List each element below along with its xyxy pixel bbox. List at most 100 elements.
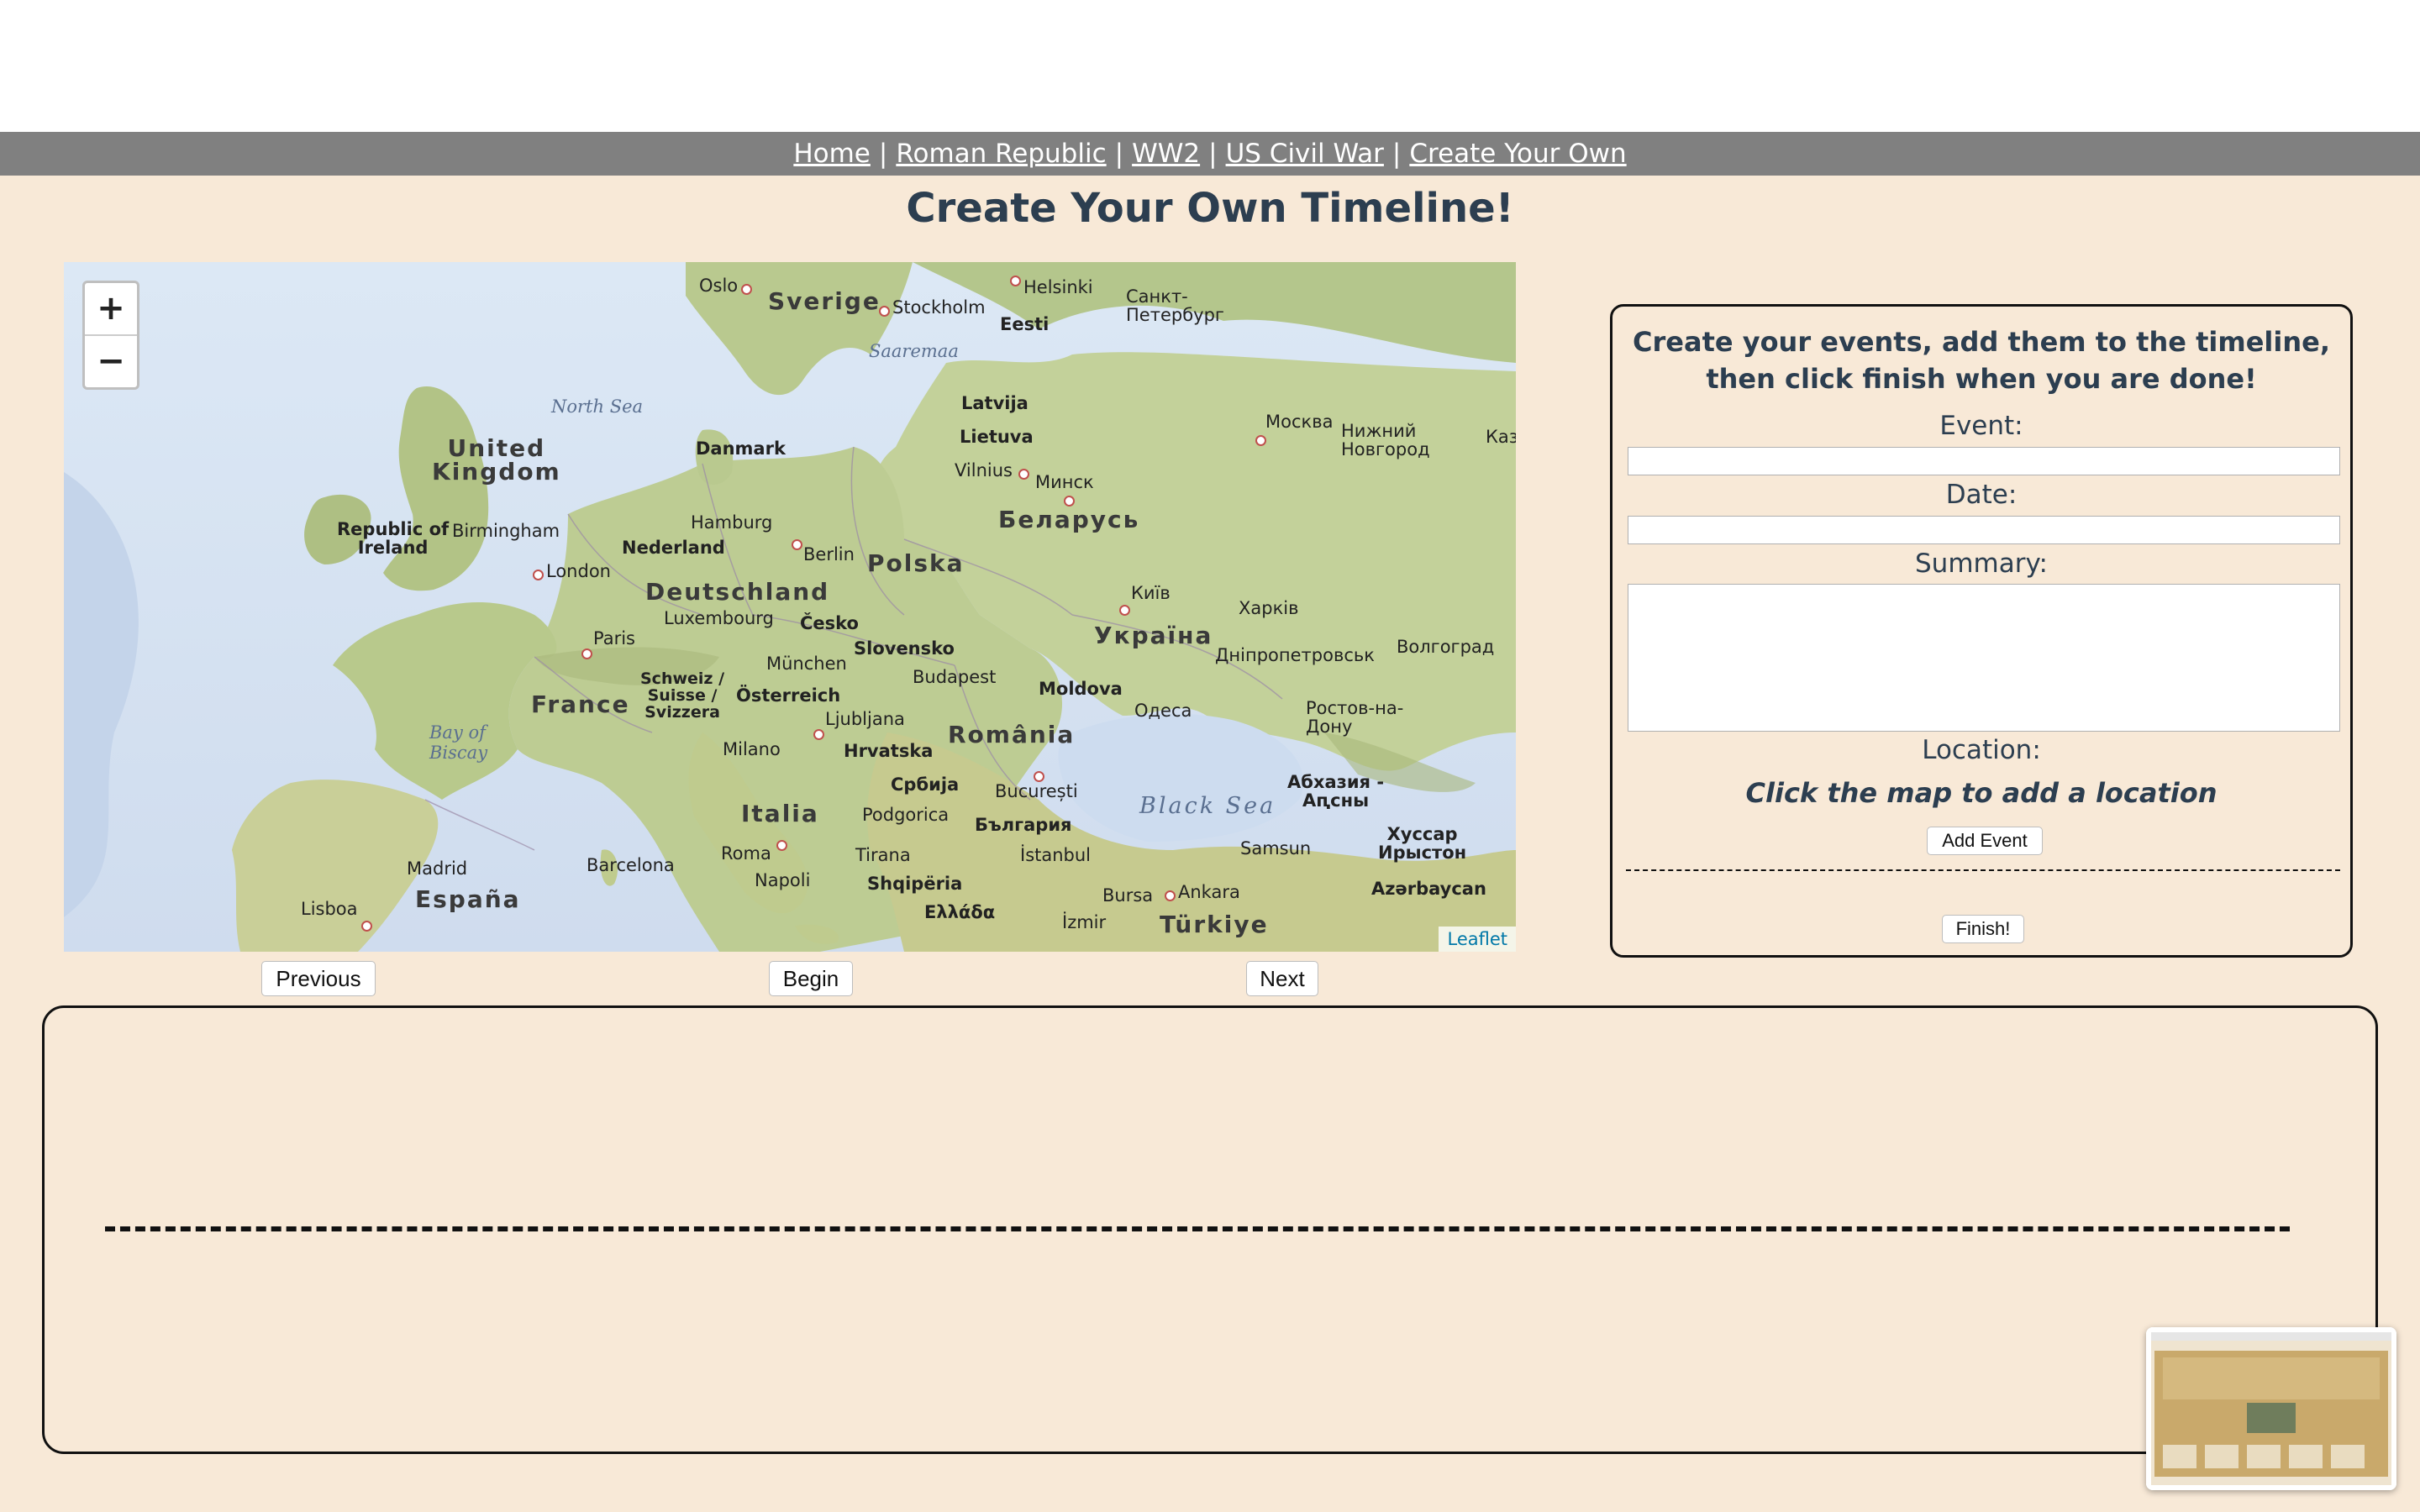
map-label-cesko: Česko	[800, 613, 859, 633]
map-label-slovensko: Slovensko	[854, 638, 955, 659]
begin-button[interactable]: Begin	[769, 961, 853, 996]
map-label-izmir: İzmir	[1062, 912, 1107, 932]
zoom-in-button[interactable]: +	[85, 283, 137, 336]
map-label-line: Абхазия -	[1287, 772, 1385, 792]
city-dot	[533, 570, 544, 580]
map-label-line: Biscay	[429, 743, 488, 763]
map-label-italia: Italia	[741, 800, 819, 827]
map-label-oslo: Oslo	[699, 276, 739, 296]
map-label-budapest: Budapest	[913, 667, 997, 687]
map-view[interactable]: North Sea Bay of Biscay Black Sea Saarema…	[64, 262, 1516, 952]
city-dot	[1010, 276, 1021, 286]
map-label-kharkiv: Харків	[1239, 598, 1299, 618]
map-label-birmingham: Birmingham	[452, 521, 560, 541]
summary-textarea[interactable]	[1628, 584, 2340, 732]
map-label-nederland: Nederland	[622, 538, 725, 558]
location-label: Location:	[1922, 735, 2041, 765]
map-label-line: Аԥсны	[1302, 790, 1370, 811]
nav-separator: |	[1392, 139, 1402, 169]
city-dot	[879, 306, 890, 317]
map-label-stockholm: Stockholm	[892, 297, 986, 318]
map-label-munchen: München	[766, 654, 847, 674]
add-event-button[interactable]: Add Event	[1927, 827, 2043, 855]
map-label-moskva: Москва	[1265, 412, 1334, 432]
map-label-danmark: Danmark	[696, 438, 786, 459]
browser-top-area	[0, 0, 2420, 132]
map-label-saint-petersburg: Санкт- Петербург	[1126, 287, 1224, 324]
city-dot	[361, 921, 372, 932]
next-button[interactable]: Next	[1246, 961, 1318, 996]
map-label-hamburg: Hamburg	[691, 512, 773, 533]
map-label-line: Нижний	[1341, 421, 1417, 441]
map-label-ankara: Ankara	[1178, 882, 1240, 902]
nav-link-create-your-own[interactable]: Create Your Own	[1409, 139, 1626, 169]
map-label-madrid: Madrid	[407, 858, 468, 879]
map-label-nizhny-novgorod: Нижний Новгород	[1341, 422, 1430, 459]
event-form-panel: Create your events, add them to the time…	[1610, 304, 2353, 958]
map-label-line: Schweiz /	[640, 669, 725, 688]
date-input[interactable]	[1628, 516, 2340, 544]
map-label-ellada: Ελλάδα	[924, 902, 996, 922]
map-label-london: London	[546, 561, 611, 581]
map-label-lietuva: Lietuva	[960, 427, 1034, 447]
nav-link-us-civil-war[interactable]: US Civil War	[1226, 139, 1384, 169]
map-label-bulgaria: България	[975, 815, 1072, 835]
map-label-polska: Polska	[867, 549, 965, 577]
zoom-out-button[interactable]: −	[85, 336, 137, 387]
form-instructions: Create your events, add them to the time…	[1633, 326, 2330, 395]
nav-link-roman-republic[interactable]: Roman Republic	[896, 139, 1106, 169]
map-label-samsun: Samsun	[1240, 838, 1312, 858]
map-attribution-link[interactable]: Leaflet	[1439, 927, 1516, 952]
map-label-berlin: Berlin	[803, 544, 855, 564]
map-label-line: Петербург	[1126, 305, 1224, 325]
map-label-bucuresti: București	[995, 781, 1078, 801]
nav-separator: |	[878, 139, 888, 169]
map-label-line: Republic of	[337, 519, 450, 539]
map-label-shqiperia: Shqipëria	[867, 874, 963, 894]
map-label-rostov: Ростов-на- Дону	[1306, 699, 1403, 736]
zoom-control: + −	[82, 281, 139, 390]
finish-button[interactable]: Finish!	[1942, 915, 2024, 943]
city-dot	[581, 648, 592, 659]
city-dot	[1064, 496, 1075, 507]
map-label-ukraina: Україна	[1094, 622, 1213, 649]
map-label-bursa: Bursa	[1102, 885, 1154, 906]
thumbnail-preview-image	[2146, 1327, 2396, 1490]
city-dot	[1255, 435, 1266, 446]
screenshot-thumbnail[interactable]	[2146, 1327, 2396, 1490]
nav-link-ww2[interactable]: WW2	[1132, 139, 1200, 169]
city-dot	[741, 284, 752, 295]
map-label-turkiye: Türkiye	[1160, 911, 1269, 938]
map-label-sverige: Sverige	[768, 287, 881, 315]
nav-link-home[interactable]: Home	[793, 139, 871, 169]
nav-separator: |	[1114, 139, 1124, 169]
city-dot	[1165, 890, 1176, 901]
event-input[interactable]	[1628, 447, 2340, 475]
map-label-ljubljana: Ljubljana	[825, 709, 905, 729]
timeline-line	[105, 1226, 2290, 1231]
nav-separator: |	[1208, 139, 1218, 169]
map-label-line: Ireland	[357, 538, 429, 558]
map-label-azerbaycan: Azərbaycan	[1371, 879, 1486, 899]
map-label-vilnius: Vilnius	[955, 460, 1013, 480]
map-label-united-kingdom: United Kingdom	[432, 437, 561, 484]
map-label-dnipro: Дніпропетровськ	[1215, 645, 1375, 665]
map-label-ireland: Republic of Ireland	[337, 520, 449, 557]
map-label-srbija: Србија	[891, 774, 960, 795]
map-label-barcelona: Barcelona	[587, 855, 675, 875]
map-label-istanbul: İstanbul	[1020, 845, 1092, 865]
map-label-line: Новгород	[1341, 439, 1430, 459]
map-label-latvija: Latvija	[961, 393, 1028, 413]
previous-button[interactable]: Previous	[261, 961, 376, 996]
map-label-tirana: Tirana	[855, 845, 911, 865]
map-label-eesti: Eesti	[1000, 314, 1050, 334]
map-label-line: Ирыстон	[1378, 843, 1467, 863]
map-label-abkhazia: Абхазия - Аԥсны	[1287, 773, 1384, 810]
city-dot	[1119, 605, 1130, 616]
map-label-north-sea: North Sea	[551, 396, 644, 417]
map-label-lisboa: Lisboa	[301, 899, 358, 919]
map-label-helsinki: Helsinki	[1023, 277, 1093, 297]
map-label-kyiv: Київ	[1131, 583, 1171, 603]
map-label-roma: Roma	[721, 843, 771, 864]
map-label-line: Svizzera	[644, 703, 720, 722]
